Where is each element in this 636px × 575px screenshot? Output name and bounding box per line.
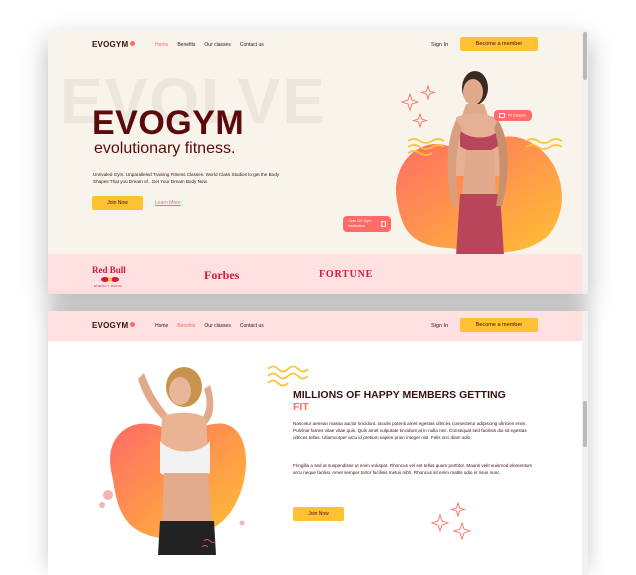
learn-more-link[interactable]: Learn More bbox=[155, 200, 181, 206]
redbull-bulls-icon bbox=[101, 277, 119, 282]
nav-link-our-classes[interactable]: Our classes bbox=[204, 323, 230, 329]
nav-link-contact-us[interactable]: Contact us bbox=[240, 42, 264, 48]
forbes-logo: Forbes bbox=[204, 268, 240, 282]
home-screenshot: EVOGYM Home Benefits Our classes Contact… bbox=[48, 30, 588, 294]
join-now-button[interactable]: Join Now bbox=[293, 507, 344, 521]
benefits-title: MILLIONS OF HAPPY MEMBERS GETTING FIT bbox=[293, 389, 506, 413]
instructor-icon bbox=[381, 221, 386, 227]
benefits-paragraph-1: Nascetur aenean massa auctor tincidunt. … bbox=[293, 421, 527, 440]
page-scrollbar[interactable] bbox=[582, 311, 588, 575]
hero-graphic bbox=[396, 71, 563, 256]
logo[interactable]: EVOGYM bbox=[92, 40, 136, 49]
fortune-logo: FORTUNE bbox=[319, 269, 374, 280]
logo-dot-icon bbox=[130, 322, 136, 327]
nav-link-our-classes[interactable]: Our classes bbox=[204, 42, 230, 48]
redbull-subtext: ENERGY DRINK bbox=[94, 284, 123, 288]
squiggle-icon bbox=[267, 365, 309, 387]
nav-links: Home Benefits Our classes Contact us bbox=[155, 42, 264, 48]
scrollbar-thumb[interactable] bbox=[583, 32, 587, 80]
become-member-button[interactable]: Become a member bbox=[460, 318, 538, 332]
nav-link-benefits[interactable]: Benefits bbox=[177, 323, 195, 329]
logo-dot-icon bbox=[130, 41, 136, 46]
benefits-graphic bbox=[99, 367, 247, 555]
nav-link-benefits[interactable]: Benefits bbox=[177, 42, 195, 48]
page-scrollbar[interactable] bbox=[582, 30, 588, 294]
nav-link-home[interactable]: Home bbox=[155, 323, 168, 329]
scrollbar-thumb[interactable] bbox=[583, 401, 587, 447]
navbar-scrolled: EVOGYM Home Benefits Our classes Contact… bbox=[48, 311, 582, 341]
sign-in-link[interactable]: Sign In bbox=[431, 42, 448, 48]
fit-classes-badge: Fit Classes bbox=[494, 110, 532, 122]
benefits-screenshot: EVOGYM Home Benefits Our classes Contact… bbox=[48, 311, 588, 575]
instructors-badge: Over 20+ Gym Instructors bbox=[343, 216, 391, 232]
sign-in-link[interactable]: Sign In bbox=[431, 323, 448, 329]
logo[interactable]: EVOGYM bbox=[92, 321, 136, 330]
sparkle-icon bbox=[430, 501, 472, 541]
classes-icon bbox=[499, 113, 505, 118]
redbull-logo: Red Bull bbox=[92, 265, 126, 275]
sponsors-bar: Red Bull ENERGY DRINK Forbes FORTUNE bbox=[48, 254, 582, 294]
hero-subtitle: evolutionary fitness. bbox=[94, 140, 236, 157]
hero-description: Unrivaled Gym. Unparalleled Training Fit… bbox=[93, 172, 280, 184]
navbar: EVOGYM Home Benefits Our classes Contact… bbox=[48, 30, 582, 60]
nav-links: Home Benefits Our classes Contact us bbox=[155, 323, 264, 329]
become-member-button[interactable]: Become a member bbox=[460, 37, 538, 51]
join-now-button[interactable]: Join Now bbox=[92, 196, 143, 210]
nav-link-home[interactable]: Home bbox=[155, 42, 168, 48]
sparkle-icon bbox=[400, 84, 437, 129]
nav-link-contact-us[interactable]: Contact us bbox=[240, 323, 264, 329]
benefits-paragraph-2: Fringilla a sed at suspendisse ut enim v… bbox=[293, 463, 533, 475]
hero-title: EVOGYM bbox=[92, 104, 245, 142]
